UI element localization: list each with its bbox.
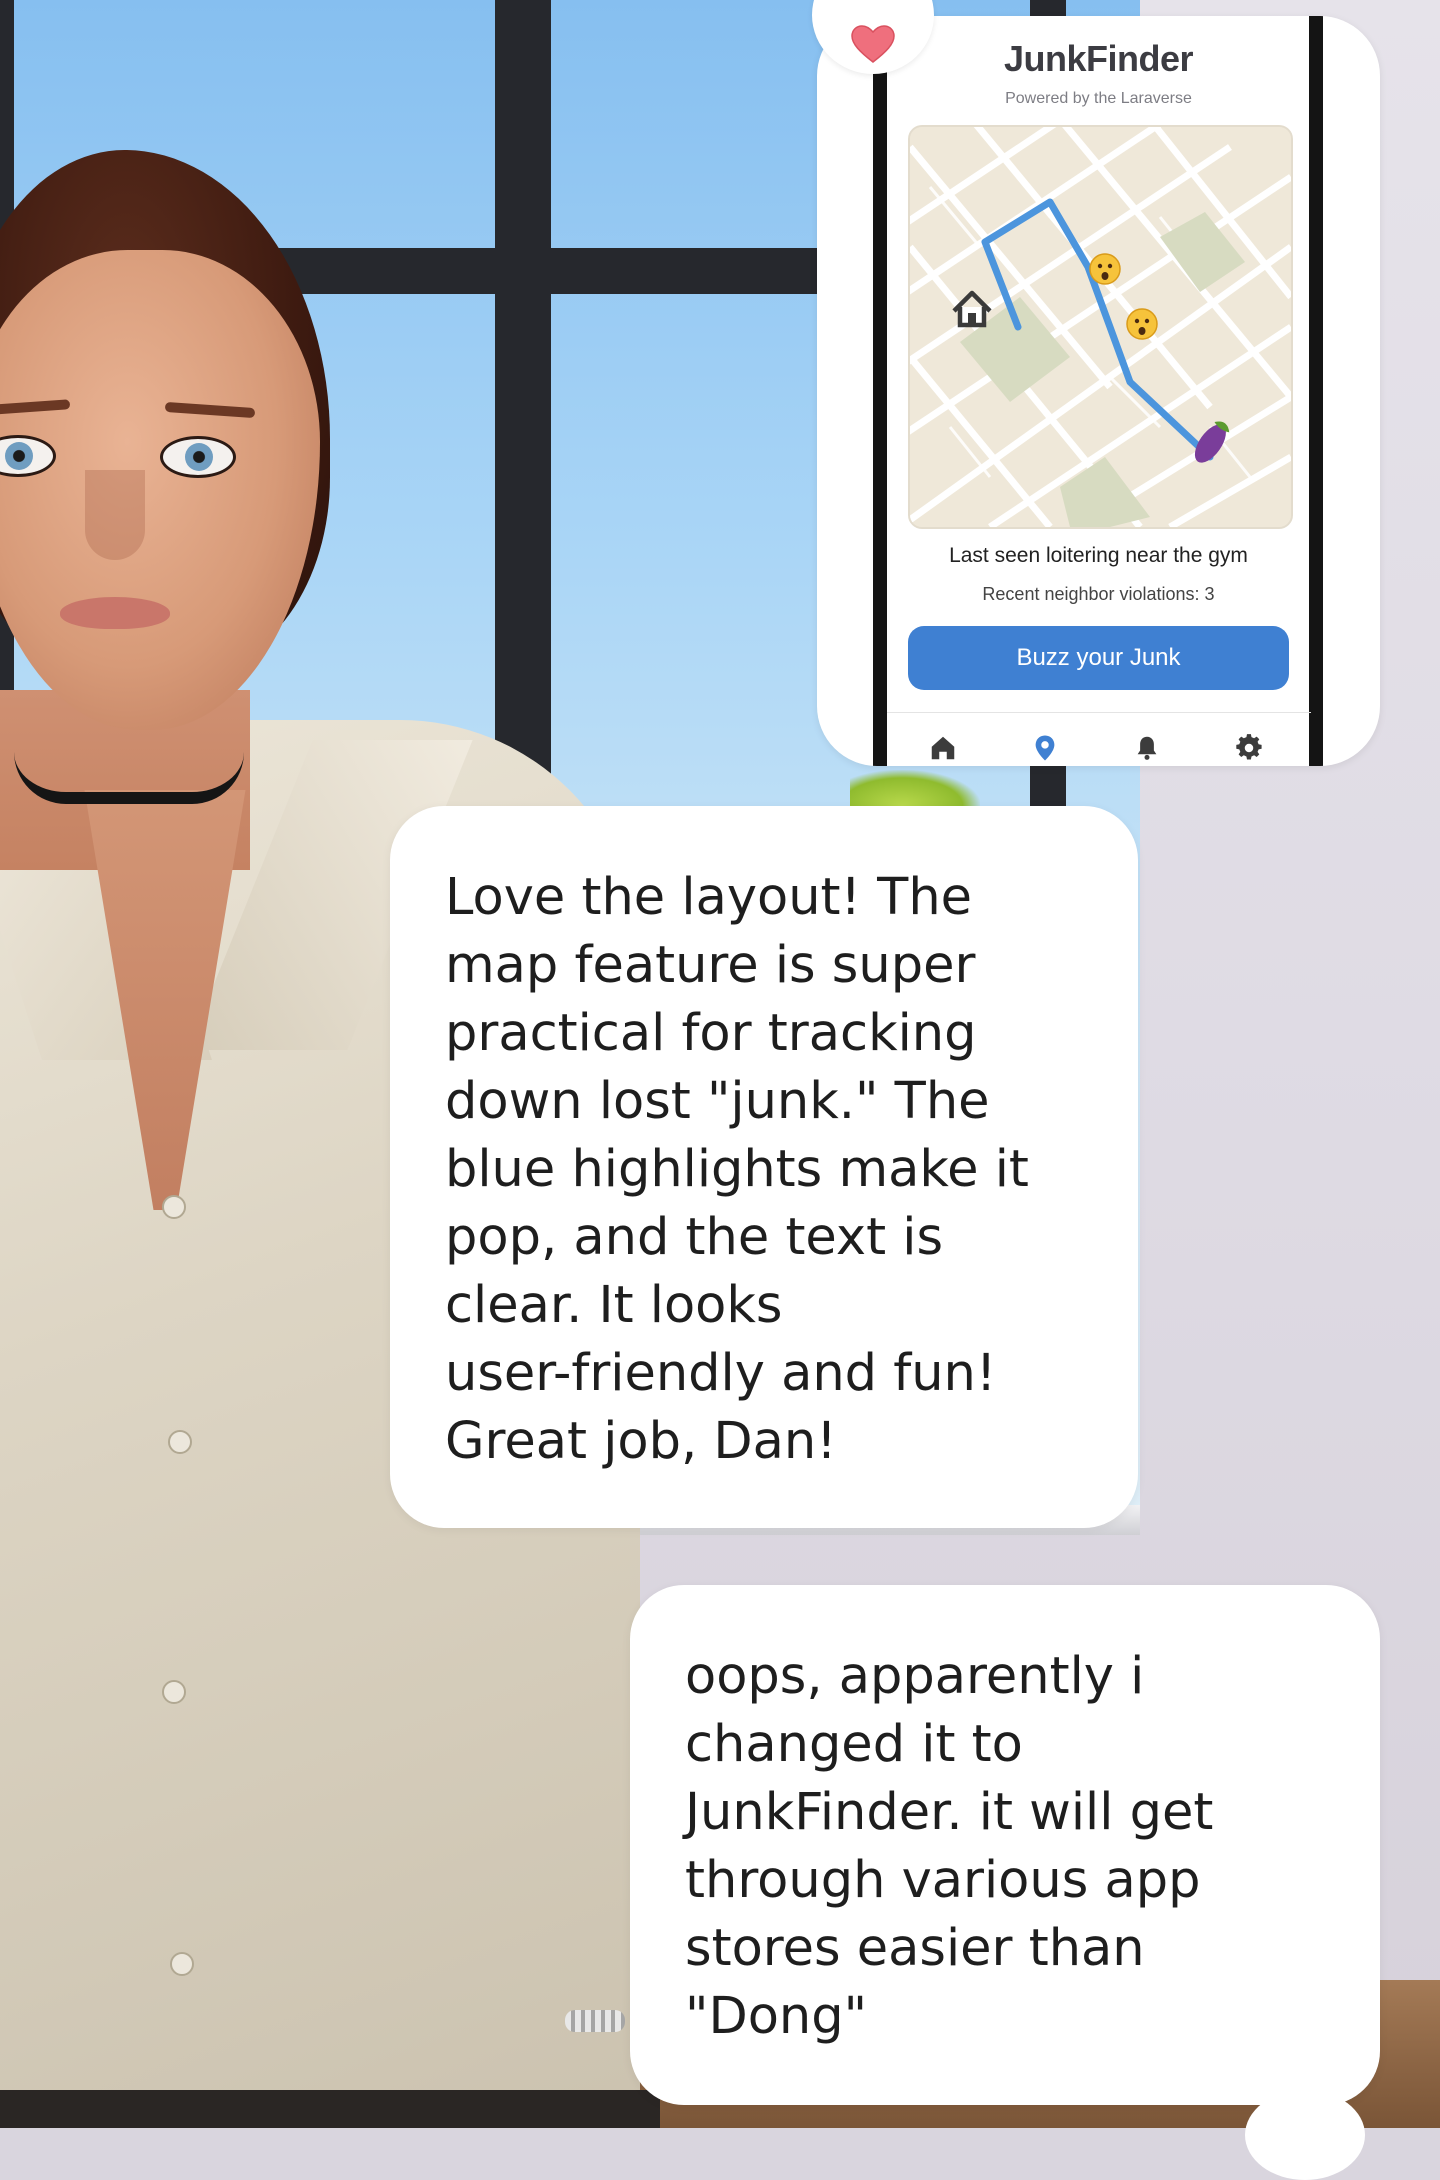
heart-icon [851,25,895,63]
shirt-button [168,1430,192,1454]
violations-count: Recent neighbor violations: 3 [982,584,1215,604]
face [0,250,320,730]
bracelet [565,2010,625,2032]
home-icon [931,736,955,760]
partial-bubble [1245,2090,1365,2180]
bell-icon [1137,736,1157,760]
lips [60,597,170,629]
tab-settings[interactable] [1229,728,1269,766]
location-pin-icon [1035,735,1055,761]
ai-message-text: Love the layout! The map feature is supe… [445,868,1029,1471]
shirt-button [170,1952,194,1976]
shirt-button [162,1680,186,1704]
shirt-button [162,1195,186,1219]
user-message-text: oops, apparently i changed it to JunkFin… [685,1647,1214,2046]
tab-bar-divider [887,712,1311,713]
worried-face-emoji [1126,308,1158,340]
eye [160,436,236,478]
tab-location[interactable] [1025,728,1065,766]
worried-face-emoji [1089,253,1121,285]
shared-image-card[interactable]: JunkFinder Powered by the Laraverse Last… [817,16,1380,766]
gear-icon [1236,734,1262,760]
last-seen-status: Last seen loitering near the gym [949,544,1248,567]
nose [85,470,145,560]
map-canvas [910,127,1291,527]
user-message-bubble[interactable]: oops, apparently i changed it to JunkFin… [630,1585,1380,2105]
tab-home[interactable] [923,728,963,766]
pants [0,2090,660,2128]
map-view[interactable] [908,125,1293,529]
buzz-button[interactable]: Buzz your Junk [908,626,1289,690]
choker-necklace [14,752,244,804]
app-subtitle: Powered by the Laraverse [1005,90,1192,107]
tab-notifications[interactable] [1127,728,1167,766]
ai-message-bubble[interactable]: Love the layout! The map feature is supe… [390,806,1138,1528]
